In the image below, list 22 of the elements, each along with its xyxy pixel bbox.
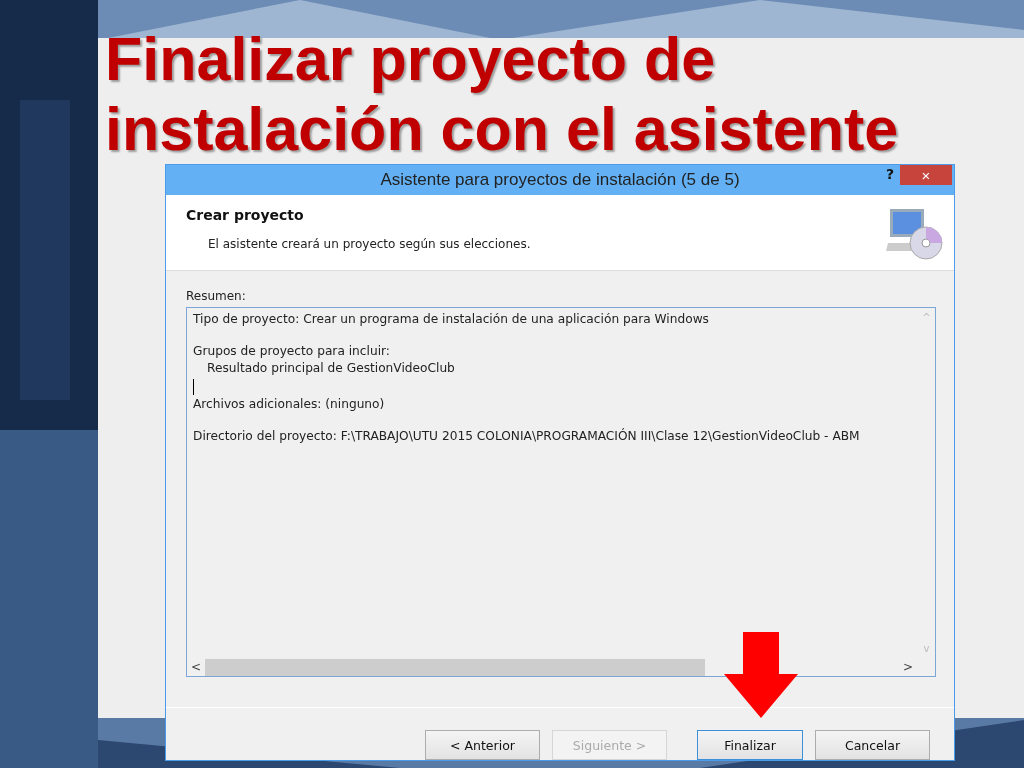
- close-button[interactable]: ×: [900, 165, 952, 185]
- page-heading: Crear proyecto: [186, 207, 305, 223]
- dialog-button[interactable]: < Anterior: [425, 730, 540, 760]
- computer-disc-icon: [886, 207, 944, 261]
- summary-box[interactable]: [186, 307, 936, 677]
- dialog-button[interactable]: Cancelar: [815, 730, 930, 760]
- scrollbar-thumb[interactable]: [205, 658, 706, 676]
- summary-line: Resultado principal de GestionVideoClub: [206, 361, 456, 375]
- scroll-right-button[interactable]: >: [902, 660, 913, 674]
- dialog-button[interactable]: Finalizar: [697, 730, 803, 760]
- summary-line: Tipo de proyecto: Crear un programa de instalación de una aplicación para Windows: [193, 312, 710, 326]
- slide-title: Finalizar proyecto de: [105, 24, 716, 94]
- help-button[interactable]: ?: [885, 166, 894, 182]
- scroll-left-button[interactable]: <: [191, 660, 202, 674]
- summary-line: Directorio del proyecto: F:\TRABAJO\UTU 2015 COLONIA\PROGRAMACIÓN III\Clase 12\GestionVideoClub - ABM: [193, 429, 861, 443]
- page-description: El asistente creará un proyecto según sus elecciones.: [208, 237, 531, 251]
- summary-line: Grupos de proyecto para incluir:: [193, 344, 391, 358]
- window-title: Asistente para proyectos de instalación (5 de 5): [380, 170, 740, 190]
- summary-label: Resumen:: [186, 289, 247, 303]
- summary-line: Archivos adicionales: (ninguno): [193, 397, 386, 411]
- slide-title: instalación con el asistente: [105, 94, 899, 164]
- text-cursor: [193, 379, 194, 395]
